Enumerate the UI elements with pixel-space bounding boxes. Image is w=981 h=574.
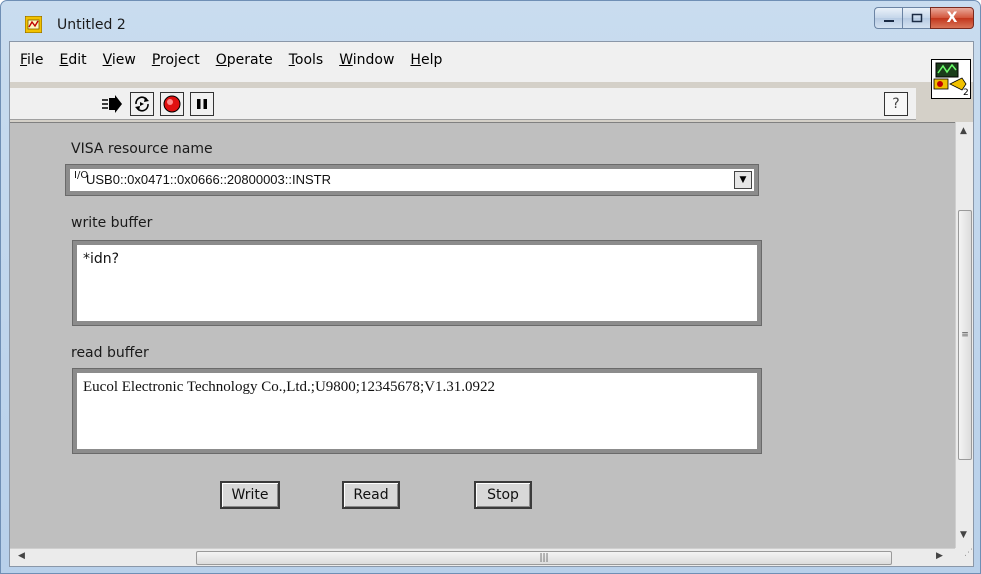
write-button[interactable]: Write	[220, 481, 280, 509]
run-continuously-button[interactable]	[130, 92, 154, 116]
read-buffer-indicator: Eucol Electronic Technology Co.,Ltd.;U98…	[72, 368, 762, 454]
menu-item-label: perate	[226, 52, 273, 68]
menu-item-help[interactable]: Help	[402, 52, 450, 68]
vertical-scroll-thumb[interactable]: ≡	[958, 210, 972, 460]
horizontal-scrollbar[interactable]: ◀ ||| ▶	[10, 548, 955, 566]
menu-item-label: ile	[27, 52, 44, 68]
menu-item-mnemonic: O	[215, 52, 227, 68]
menu-item-mnemonic: F	[20, 52, 28, 68]
pause-icon	[197, 99, 207, 109]
menu-item-label: elp	[420, 52, 443, 68]
menu-item-label: iew	[111, 52, 136, 68]
run-button[interactable]	[100, 92, 124, 116]
vi-icon-number: 2	[963, 88, 969, 98]
visa-resource-control: I/O USB0::0x0471::0x0666::20800003::INST…	[65, 164, 759, 196]
write-buffer-input[interactable]: *idn?	[77, 245, 757, 321]
menu-item-tools[interactable]: Tools	[281, 52, 332, 68]
abort-execution-button[interactable]	[160, 92, 184, 116]
scroll-down-arrow-icon[interactable]: ▼	[960, 530, 967, 540]
scroll-up-arrow-icon[interactable]: ▲	[960, 126, 967, 136]
stop-button[interactable]: Stop	[474, 481, 532, 509]
labview-app-icon	[25, 16, 42, 33]
menu-item-label: ools	[294, 52, 324, 68]
close-button[interactable]: X	[930, 7, 974, 29]
read-buffer-label: read buffer	[71, 345, 149, 361]
vi-icon[interactable]: 2	[931, 59, 971, 99]
write-buffer-value: *idn?	[83, 251, 120, 267]
menu: File Edit View Project Operate Tools Window Hel…	[12, 52, 450, 68]
window-title: Untitled 2	[57, 17, 126, 33]
menu-item-file[interactable]: File	[12, 52, 51, 68]
minimize-icon	[883, 20, 894, 22]
vi-connector-icon: 2	[933, 62, 969, 98]
visa-dropdown-button[interactable]: ▼	[734, 171, 752, 189]
visa-resource-value: USB0::0x0471::0x0666::20800003::INSTR	[86, 172, 331, 187]
maximize-button[interactable]	[902, 7, 930, 29]
labview-window: Untitled 2 X File Edit View Project Operate T…	[0, 0, 981, 574]
menu-item-mnemonic: E	[59, 52, 69, 68]
vertical-scrollbar[interactable]: ▲ ≡ ▼	[955, 122, 973, 548]
horizontal-scroll-thumb[interactable]: |||	[196, 551, 892, 565]
menu-item-mnemonic: H	[410, 52, 421, 68]
run-arrow-icon	[102, 95, 122, 113]
toolbar: ?	[10, 88, 916, 120]
scroll-left-arrow-icon[interactable]: ◀	[18, 551, 25, 561]
write-buffer-control: *idn?	[72, 240, 762, 326]
menu-item-view[interactable]: View	[95, 52, 144, 68]
maximize-icon	[911, 13, 922, 23]
context-help-icon: ?	[892, 96, 900, 112]
visa-resource-field[interactable]: I/O USB0::0x0471::0x0666::20800003::INST…	[70, 169, 754, 191]
title-bar[interactable]: Untitled 2 X	[1, 1, 980, 41]
abort-execution-icon	[163, 95, 181, 113]
menu-item-project[interactable]: Project	[144, 52, 208, 68]
menu-item-mnemonic: P	[151, 52, 161, 68]
context-help-button[interactable]: ?	[884, 92, 908, 116]
scroll-right-arrow-icon[interactable]: ▶	[936, 551, 943, 561]
close-icon: X	[946, 10, 958, 26]
caption-buttons: X	[874, 7, 974, 31]
read-buffer-display: Eucol Electronic Technology Co.,Ltd.;U98…	[77, 373, 757, 449]
client-area: File Edit View Project Operate Tools Window Hel…	[9, 41, 974, 567]
menu-item-operate[interactable]: Operate	[208, 52, 281, 68]
read-button[interactable]: Read	[342, 481, 400, 509]
visa-resource-label: VISA resource name	[71, 141, 213, 157]
write-buffer-label: write buffer	[71, 215, 153, 231]
menu-bar: File Edit View Project Operate Tools Window Hel…	[10, 42, 973, 99]
menu-item-window[interactable]: Window	[331, 52, 402, 68]
menu-item-edit[interactable]: Edit	[51, 52, 94, 68]
run-continuous-icon	[135, 96, 149, 112]
menu-item-label: roject	[160, 52, 200, 68]
menu-item-mnemonic: V	[102, 52, 112, 68]
resize-grip-icon[interactable]: ⋰	[955, 548, 973, 566]
menu-item-label: dit	[68, 52, 87, 68]
menu-item-mnemonic: W	[339, 52, 353, 68]
menu-item-label: indow	[352, 52, 395, 68]
chevron-down-icon: ▼	[739, 175, 747, 185]
pause-button[interactable]	[190, 92, 214, 116]
read-buffer-value: Eucol Electronic Technology Co.,Ltd.;U98…	[83, 379, 495, 395]
minimize-button[interactable]	[874, 7, 902, 29]
